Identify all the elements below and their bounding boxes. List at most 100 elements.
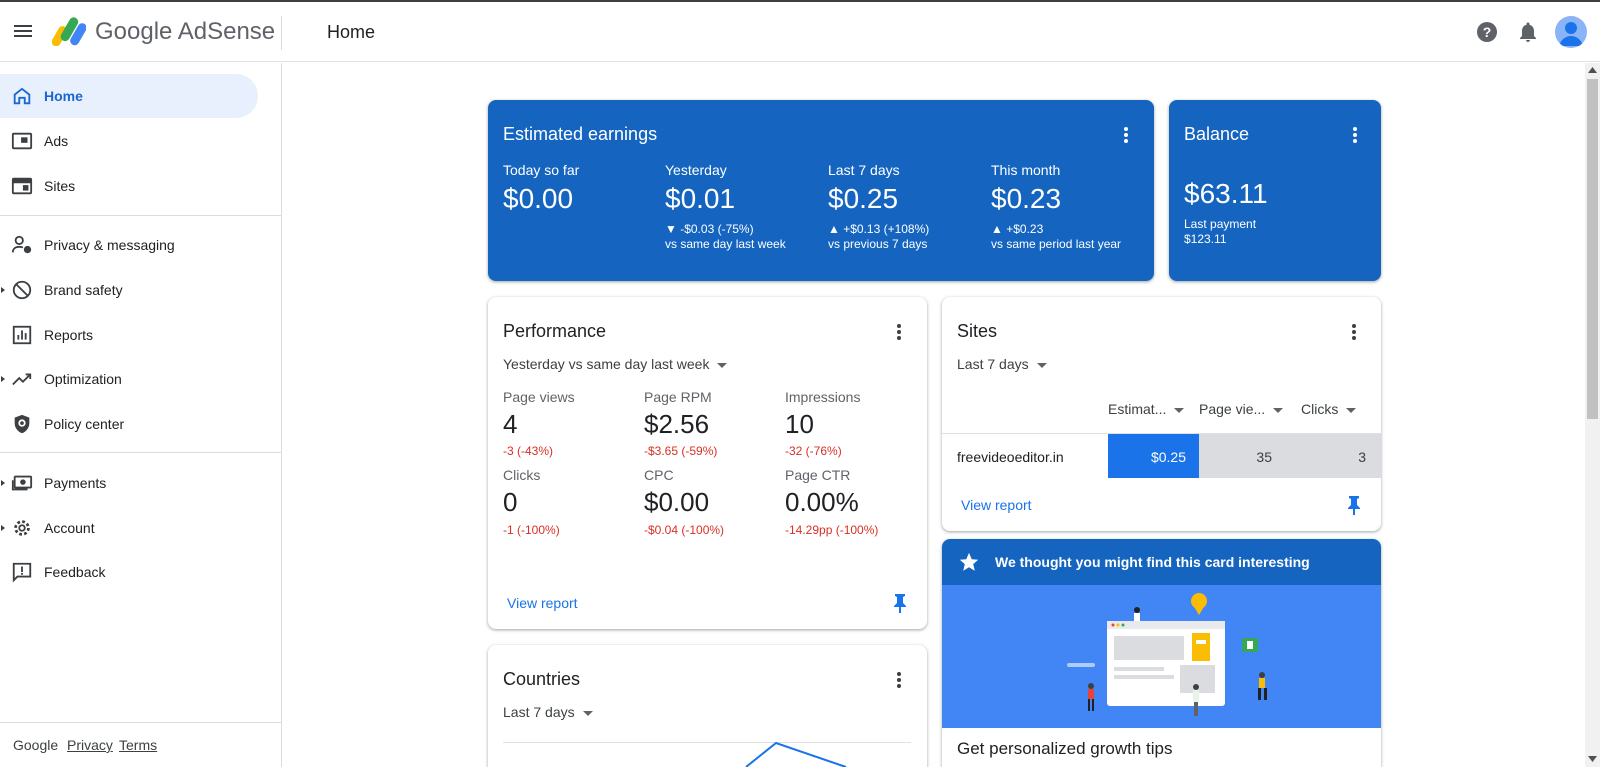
perf-metric-delta: -$0.04 (-100%) bbox=[644, 523, 725, 537]
trending-icon bbox=[12, 373, 32, 386]
sort-arrow-icon bbox=[1346, 407, 1357, 413]
table-row[interactable]: freevideoeditor.in $0.25 35 3 bbox=[942, 434, 1381, 478]
card-title: Performance bbox=[503, 321, 607, 341]
perf-metric-label: Page RPM bbox=[644, 389, 712, 405]
sites-card: Sites Last 7 days Estimat... Page vie...… bbox=[942, 297, 1381, 531]
notifications-icon[interactable] bbox=[1516, 20, 1540, 44]
sidebar-item-brand-safety[interactable]: Brand safety bbox=[0, 268, 282, 312]
sidebar-footer: Google Privacy Terms bbox=[0, 722, 281, 767]
perf-metric-label: Impressions bbox=[785, 389, 861, 405]
card-title: Countries bbox=[503, 669, 581, 689]
card-title: Estimated earnings bbox=[503, 124, 658, 144]
sidebar-divider bbox=[0, 452, 281, 453]
dropdown-label: Last 7 days bbox=[957, 356, 1029, 372]
header-divider bbox=[281, 16, 282, 50]
earnings-metric-compare: vs previous 7 days bbox=[828, 237, 928, 251]
suggested-banner: We thought you might find this card inte… bbox=[942, 539, 1381, 585]
account-avatar[interactable] bbox=[1555, 16, 1587, 48]
clicks-cell: 3 bbox=[1358, 449, 1366, 465]
earnings-metric-value: $0.01 bbox=[665, 183, 736, 214]
more-options-icon[interactable] bbox=[1351, 126, 1359, 146]
performance-view-report-link[interactable]: View report bbox=[507, 595, 578, 611]
earnings-metric-compare: vs same day last week bbox=[665, 237, 786, 251]
more-options-icon[interactable] bbox=[1350, 323, 1358, 343]
scroll-up-arrow-icon[interactable] bbox=[1588, 67, 1597, 73]
column-header-label: Estimat... bbox=[1108, 401, 1167, 417]
reports-icon bbox=[12, 325, 32, 345]
earnings-metric-compare: vs same period last year bbox=[991, 237, 1122, 251]
column-header-clicks[interactable]: Clicks bbox=[1301, 401, 1357, 417]
pin-icon[interactable] bbox=[893, 593, 907, 613]
scroll-down-arrow-icon[interactable] bbox=[1588, 756, 1597, 762]
sidebar-item-policy-center[interactable]: Policy center bbox=[0, 402, 282, 446]
dropdown-label: Yesterday vs same day last week bbox=[503, 356, 710, 372]
ads-icon bbox=[11, 132, 33, 150]
expand-caret-icon[interactable] bbox=[1, 376, 5, 382]
sidebar-item-payments[interactable]: Payments bbox=[0, 461, 282, 505]
sidebar-divider bbox=[0, 215, 281, 216]
sidebar-item-privacy-messaging[interactable]: Privacy & messaging bbox=[0, 223, 282, 267]
metric-cells-bg: 35 3 bbox=[1199, 434, 1381, 478]
growth-tips-title: Get personalized growth tips bbox=[957, 739, 1173, 758]
more-options-icon[interactable] bbox=[895, 323, 903, 343]
page-views-cell: 35 bbox=[1256, 449, 1272, 465]
perf-metric-delta: -32 (-76%) bbox=[785, 444, 842, 458]
perf-metric-delta: -14.29pp (-100%) bbox=[785, 523, 879, 537]
more-options-icon[interactable] bbox=[895, 671, 903, 691]
perf-metric-value: 0.00% bbox=[785, 487, 859, 517]
perf-metric-value: $2.56 bbox=[644, 409, 710, 439]
sidebar-item-optimization[interactable]: Optimization bbox=[0, 357, 282, 401]
sites-range-dropdown[interactable]: Last 7 days bbox=[957, 356, 1047, 372]
scrollbar-thumb[interactable] bbox=[1587, 79, 1598, 419]
svg-text:?: ? bbox=[1483, 24, 1492, 40]
menu-icon[interactable] bbox=[12, 22, 34, 42]
perf-metric-label: CPC bbox=[644, 467, 674, 483]
performance-card: Performance Yesterday vs same day last w… bbox=[488, 297, 927, 629]
countries-card: Countries Last 7 days bbox=[488, 645, 927, 767]
perf-metric-delta: -1 (-100%) bbox=[503, 523, 560, 537]
dropdown-arrow-icon bbox=[1036, 362, 1047, 368]
block-icon bbox=[12, 280, 32, 300]
sidebar-item-label: Feedback bbox=[44, 564, 106, 580]
earnings-metric-value: $0.23 bbox=[991, 183, 1062, 214]
perf-metric-value: 4 bbox=[503, 409, 518, 439]
growth-illustration-art bbox=[1067, 593, 1267, 716]
performance-range-dropdown[interactable]: Yesterday vs same day last week bbox=[503, 356, 728, 372]
perf-metric-value: 10 bbox=[785, 409, 814, 439]
expand-caret-icon[interactable] bbox=[1, 287, 5, 293]
sidebar-item-feedback[interactable]: Feedback bbox=[0, 550, 282, 594]
sites-view-report-link[interactable]: View report bbox=[961, 497, 1032, 513]
payments-icon bbox=[11, 475, 33, 491]
last-payment-value: $123.11 bbox=[1184, 232, 1227, 246]
sidebar-item-sites[interactable]: Sites bbox=[0, 164, 282, 208]
sidebar-item-label: Policy center bbox=[44, 416, 125, 432]
avatar-person-icon bbox=[1559, 22, 1583, 46]
shield-icon bbox=[14, 414, 30, 434]
column-header-estimated-earnings[interactable]: Estimat... bbox=[1108, 401, 1185, 417]
site-name-cell: freevideoeditor.in bbox=[957, 449, 1064, 465]
brand-name[interactable]: Google AdSense bbox=[95, 18, 275, 46]
vertical-scrollbar[interactable] bbox=[1585, 63, 1600, 767]
sidebar-item-ads[interactable]: Ads bbox=[0, 119, 282, 163]
sidebar-item-home[interactable]: Home bbox=[0, 74, 258, 118]
footer-terms-link[interactable]: Terms bbox=[119, 737, 157, 753]
more-options-icon[interactable] bbox=[1122, 126, 1130, 146]
sites-icon bbox=[11, 177, 33, 195]
countries-range-dropdown[interactable]: Last 7 days bbox=[503, 704, 593, 720]
footer-privacy-link[interactable]: Privacy bbox=[67, 737, 113, 753]
column-header-page-views[interactable]: Page vie... bbox=[1199, 401, 1284, 417]
column-header-label: Page vie... bbox=[1199, 401, 1266, 417]
pin-icon[interactable] bbox=[1347, 495, 1361, 515]
sort-arrow-icon bbox=[1174, 407, 1185, 413]
sidebar: Home Ads Sites Privacy & messaging Brand… bbox=[0, 63, 282, 767]
page-title: Home bbox=[327, 22, 376, 42]
suggested-banner-text: We thought you might find this card inte… bbox=[995, 554, 1310, 570]
expand-caret-icon[interactable] bbox=[1, 525, 5, 531]
gear-icon bbox=[14, 520, 30, 536]
sidebar-item-reports[interactable]: Reports bbox=[0, 313, 282, 357]
earnings-metric-value: $0.25 bbox=[828, 183, 899, 214]
expand-caret-icon[interactable] bbox=[1, 480, 5, 486]
help-icon[interactable]: ? bbox=[1475, 20, 1499, 44]
earnings-metric-change: ▲ +$0.13 (+108%) bbox=[828, 222, 930, 236]
sidebar-item-account[interactable]: Account bbox=[0, 506, 282, 550]
